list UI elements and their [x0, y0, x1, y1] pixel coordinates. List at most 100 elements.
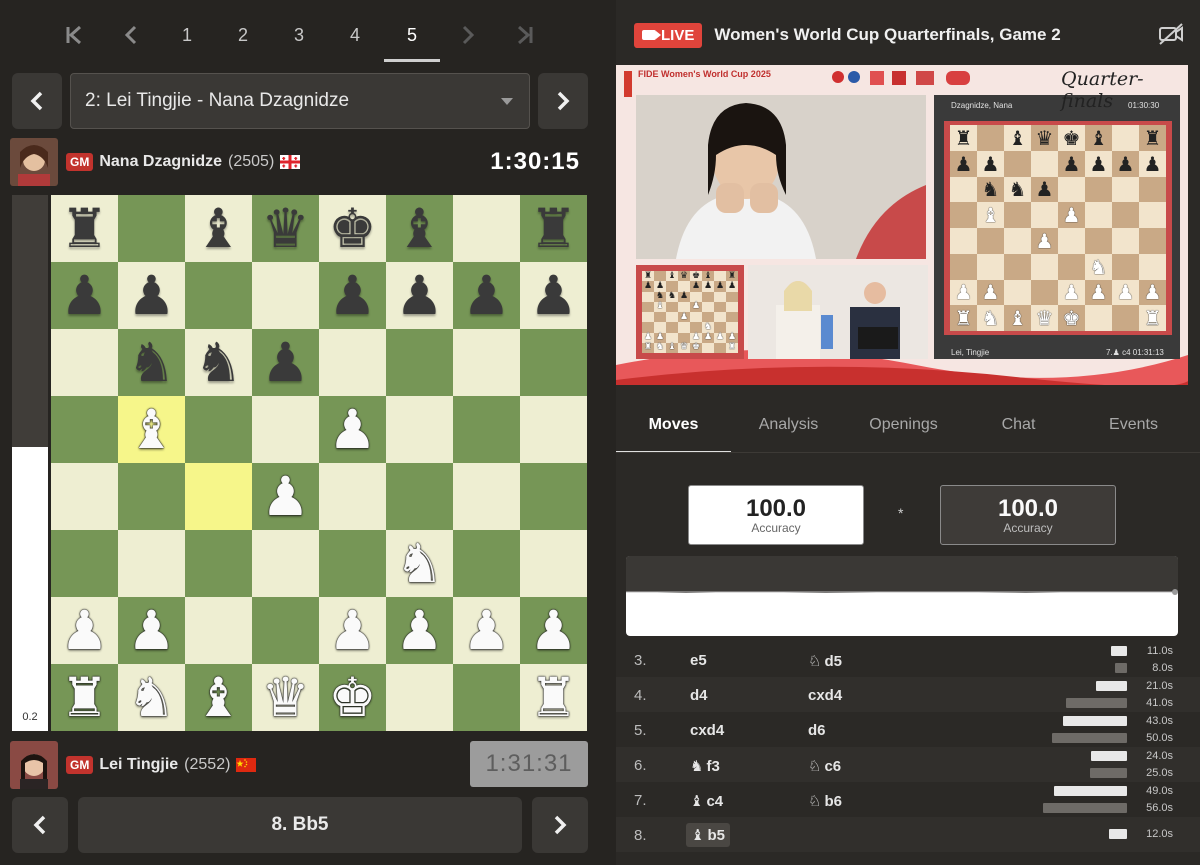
square-h2[interactable]: ♟ [520, 597, 587, 664]
square-f1[interactable] [386, 664, 453, 731]
black-pawn-icon[interactable]: ♟ [462, 268, 510, 323]
square-d8[interactable]: ♛ [252, 195, 319, 262]
square-c8[interactable]: ♝ [185, 195, 252, 262]
square-a5[interactable] [51, 396, 118, 463]
square-g7[interactable]: ♟ [453, 262, 520, 329]
white-move[interactable]: d4 [690, 687, 708, 704]
black-pawn-icon[interactable]: ♟ [261, 335, 309, 390]
black-rook-icon[interactable]: ♜ [529, 201, 577, 256]
square-e2[interactable]: ♟ [319, 597, 386, 664]
live-video-stream[interactable]: FIDE Women's World Cup 2025 Quarter-fina… [616, 65, 1188, 385]
next-game-button[interactable] [538, 73, 588, 129]
black-pawn-icon[interactable]: ♟ [328, 268, 376, 323]
black-move[interactable]: ♘ b6 [808, 792, 842, 810]
square-b1[interactable]: ♞ [118, 664, 185, 731]
white-king-icon[interactable]: ♚ [328, 670, 376, 725]
square-d3[interactable] [252, 530, 319, 597]
white-pawn-icon[interactable]: ♟ [328, 402, 376, 457]
square-a4[interactable] [51, 463, 118, 530]
round-tab-5[interactable]: 5 [384, 0, 440, 70]
white-move[interactable]: e5 [690, 652, 707, 669]
round-tab-2[interactable]: 2 [215, 0, 271, 70]
current-move-button[interactable]: 8. Bb5 [78, 797, 522, 853]
black-pawn-icon[interactable]: ♟ [127, 268, 175, 323]
player-name[interactable]: Nana Dzagnidze [99, 153, 222, 171]
white-move[interactable]: ♝ b5 [686, 823, 730, 847]
square-f4[interactable] [386, 463, 453, 530]
black-move[interactable]: ♘ c6 [808, 757, 841, 775]
square-e1[interactable]: ♚ [319, 664, 386, 731]
square-d4[interactable]: ♟ [252, 463, 319, 530]
round-tab-3[interactable]: 3 [271, 0, 327, 70]
white-bishop-icon[interactable]: ♝ [194, 670, 242, 725]
square-b6[interactable]: ♞ [118, 329, 185, 396]
tab-analysis[interactable]: Analysis [731, 405, 846, 453]
black-move[interactable]: ♘ d5 [808, 652, 842, 670]
square-d1[interactable]: ♛ [252, 664, 319, 731]
chess-board[interactable]: ♜ ♝ ♛ ♚ ♝ ♜ ♟ ♟ ♟ ♟ ♟ ♟ ♞ ♞ ♟ ♝ ♟ ♟ ♞ ♟ ♟ ♟ ♟ ♟ ♟ ♜ ♞ ♝ ♛ ♚ ♜ [51, 195, 587, 731]
white-move[interactable]: cxd4 [690, 722, 724, 739]
white-rook-icon[interactable]: ♜ [60, 670, 108, 725]
square-f7[interactable]: ♟ [386, 262, 453, 329]
square-d7[interactable] [252, 262, 319, 329]
square-g4[interactable] [453, 463, 520, 530]
square-b8[interactable] [118, 195, 185, 262]
square-e8[interactable]: ♚ [319, 195, 386, 262]
square-h4[interactable] [520, 463, 587, 530]
black-move[interactable]: cxd4 [808, 687, 842, 704]
previous-move-button[interactable] [12, 797, 68, 853]
previous-game-button[interactable] [12, 73, 62, 129]
square-h6[interactable] [520, 329, 587, 396]
player-name[interactable]: Lei Tingjie [99, 756, 178, 774]
black-bishop-icon[interactable]: ♝ [395, 201, 443, 256]
white-pawn-icon[interactable]: ♟ [328, 603, 376, 658]
round-tab-4[interactable]: 4 [327, 0, 383, 70]
square-d6[interactable]: ♟ [252, 329, 319, 396]
white-move[interactable]: ♝ c4 [690, 792, 723, 810]
white-rook-icon[interactable]: ♜ [529, 670, 577, 725]
black-move[interactable]: d6 [808, 722, 826, 739]
square-g1[interactable] [453, 664, 520, 731]
white-pawn-icon[interactable]: ♟ [127, 603, 175, 658]
square-f5[interactable] [386, 396, 453, 463]
camera-off-icon[interactable] [1158, 23, 1184, 45]
white-pawn-icon[interactable]: ♟ [261, 469, 309, 524]
white-knight-icon[interactable]: ♞ [127, 670, 175, 725]
square-e5[interactable]: ♟ [319, 396, 386, 463]
black-pawn-icon[interactable]: ♟ [529, 268, 577, 323]
square-b7[interactable]: ♟ [118, 262, 185, 329]
black-queen-icon[interactable]: ♛ [261, 201, 309, 256]
square-g5[interactable] [453, 396, 520, 463]
white-pawn-icon[interactable]: ♟ [462, 603, 510, 658]
square-c6[interactable]: ♞ [185, 329, 252, 396]
square-g2[interactable]: ♟ [453, 597, 520, 664]
next-move-button[interactable] [532, 797, 588, 853]
square-c1[interactable]: ♝ [185, 664, 252, 731]
white-pawn-icon[interactable]: ♟ [395, 603, 443, 658]
square-b5[interactable]: ♝ [118, 396, 185, 463]
tab-chat[interactable]: Chat [961, 405, 1076, 453]
white-move[interactable]: ♞ f3 [690, 757, 720, 775]
square-c7[interactable] [185, 262, 252, 329]
black-bishop-icon[interactable]: ♝ [194, 201, 242, 256]
white-pawn-icon[interactable]: ♟ [60, 603, 108, 658]
square-h7[interactable]: ♟ [520, 262, 587, 329]
square-h8[interactable]: ♜ [520, 195, 587, 262]
black-knight-icon[interactable]: ♞ [127, 335, 175, 390]
square-b2[interactable]: ♟ [118, 597, 185, 664]
square-g3[interactable] [453, 530, 520, 597]
square-g6[interactable] [453, 329, 520, 396]
square-a6[interactable] [51, 329, 118, 396]
round-tab-1[interactable]: 1 [159, 0, 215, 70]
square-b4[interactable] [118, 463, 185, 530]
square-g8[interactable] [453, 195, 520, 262]
square-c5[interactable] [185, 396, 252, 463]
white-knight-icon[interactable]: ♞ [395, 536, 443, 591]
first-round-button[interactable] [47, 0, 103, 70]
square-b3[interactable] [118, 530, 185, 597]
tab-events[interactable]: Events [1076, 405, 1191, 453]
white-queen-icon[interactable]: ♛ [261, 670, 309, 725]
square-a3[interactable] [51, 530, 118, 597]
black-rook-icon[interactable]: ♜ [60, 201, 108, 256]
square-c4[interactable] [185, 463, 252, 530]
